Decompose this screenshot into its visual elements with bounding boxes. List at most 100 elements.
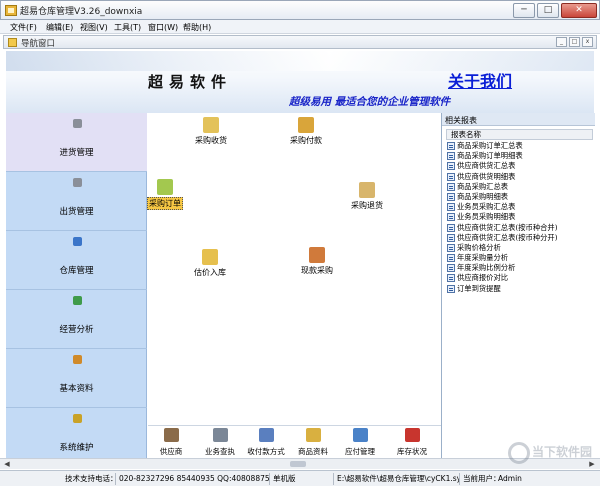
receive-goods-icon <box>203 117 219 133</box>
report-item[interactable]: 采购价格分析 <box>446 243 593 253</box>
sidebar-item-label: 出货管理 <box>59 207 94 217</box>
menu-file[interactable]: 文件(F) <box>10 22 37 33</box>
report-item[interactable]: 年度采购比例分析 <box>446 263 593 273</box>
report-item[interactable]: 商品采购订单明细表 <box>446 151 593 161</box>
sidebar-item-basic-data[interactable]: 基本资料 <box>6 349 147 408</box>
chart-icon <box>73 296 82 305</box>
report-item[interactable]: 商品采购明细表 <box>446 192 593 202</box>
sidebar-item-warehouse[interactable]: 仓库管理 <box>6 231 147 290</box>
supplier-icon <box>163 428 179 442</box>
report-icon <box>447 182 455 191</box>
estimate-stock-icon <box>202 249 218 265</box>
toolbar-label: 商品资料 <box>298 447 328 456</box>
close-button[interactable]: ✕ <box>561 3 597 18</box>
report-icon <box>447 254 455 263</box>
menu-help[interactable]: 帮助(H) <box>183 22 211 33</box>
minimize-button[interactable]: ─ <box>513 3 535 18</box>
sidebar-item-shipping[interactable]: 出货管理 <box>6 172 147 231</box>
watermark: 当下软件园 <box>508 440 592 468</box>
report-icon <box>447 223 455 232</box>
watermark-logo-icon <box>508 442 530 464</box>
toolbar-inventory[interactable]: 库存状况 <box>388 428 436 457</box>
report-icon <box>447 152 455 161</box>
workspace-item-label: 估价入库 <box>194 268 226 277</box>
sidebar-item-label: 经营分析 <box>59 325 94 335</box>
workspace-item-estimate[interactable]: 估价入库 <box>175 249 245 278</box>
report-item[interactable]: 供应商供货明细表 <box>446 172 593 182</box>
payment-method-icon <box>258 428 274 442</box>
about-us-link[interactable]: 关于我们 <box>448 68 512 92</box>
report-item[interactable]: 供应商供货汇总表(按币种合并) <box>446 223 593 233</box>
sidebar-item-label: 进货管理 <box>59 148 94 158</box>
reports-panel: 相关报表 报表名称 商品采购订单汇总表 商品采购订单明细表 供应商供货汇总表 供… <box>441 113 595 458</box>
report-icon <box>447 162 455 171</box>
window-doc-icon <box>8 38 17 47</box>
scroll-left-icon[interactable]: ◀ <box>2 460 12 469</box>
report-icon <box>447 203 455 212</box>
report-item[interactable]: 业务员采购汇总表 <box>446 202 593 212</box>
toolbar-business-query[interactable]: 业务查执 <box>196 428 244 457</box>
toolbar-label: 应付管理 <box>345 447 375 456</box>
report-item[interactable]: 订单到货提醒 <box>446 284 593 294</box>
report-icon <box>447 284 455 293</box>
toolbar-product-info[interactable]: 商品资料 <box>289 428 337 457</box>
cash-purchase-icon <box>309 247 325 263</box>
report-icon <box>447 274 455 283</box>
toolbar-label: 供应商 <box>159 447 183 456</box>
report-icon <box>447 243 455 252</box>
product-info-icon <box>305 428 321 442</box>
workspace-item-payment[interactable]: 采购付款 <box>271 117 341 146</box>
warehouse-icon <box>73 237 82 246</box>
toolbar-label: 库存状况 <box>397 447 427 456</box>
status-bar: 技术支持电话： 020-82327296 85440935 QQ:4080887… <box>0 470 600 486</box>
report-item[interactable]: 商品采购订单汇总表 <box>446 141 593 151</box>
sidebar-item-purchase[interactable]: 进货管理 <box>6 113 147 172</box>
workspace-item-label: 采购付款 <box>290 136 322 145</box>
scrollbar-thumb[interactable] <box>290 461 306 467</box>
brand-name: 超易软件 <box>148 73 233 91</box>
toolbar-label: 业务查执 <box>205 447 235 456</box>
payment-icon <box>298 117 314 133</box>
toolbar-supplier[interactable]: 供应商 <box>147 428 195 457</box>
reports-column-header[interactable]: 报表名称 <box>446 129 593 140</box>
menu-edit[interactable]: 编辑(E) <box>46 22 73 33</box>
report-icon <box>447 233 455 242</box>
report-icon <box>447 172 455 181</box>
window-controls: ─ □ ✕ <box>513 3 597 18</box>
sub-maximize-button[interactable]: □ <box>569 37 580 47</box>
menu-view[interactable]: 视图(V) <box>80 22 108 33</box>
business-query-icon <box>212 428 228 442</box>
payables-icon <box>352 428 368 442</box>
menu-window[interactable]: 窗口(W) <box>148 22 178 33</box>
workspace-item-return[interactable]: 采购退货 <box>332 182 402 211</box>
sidebar-item-label: 系统维护 <box>59 443 94 453</box>
banner: 超易软件 关于我们 超级易用 最适合您的企业管理软件 <box>6 51 594 113</box>
sidebar-item-analysis[interactable]: 经营分析 <box>6 290 147 349</box>
toolbar-payables[interactable]: 应付管理 <box>336 428 384 457</box>
reports-title: 相关报表 <box>442 113 595 126</box>
report-item[interactable]: 商品采购汇总表 <box>446 182 593 192</box>
window-title: 超易仓库管理V3.26_downxia <box>20 7 143 17</box>
sidebar: 进货管理 出货管理 仓库管理 经营分析 基本资料 系统维护 <box>6 113 147 458</box>
report-item[interactable]: 供应商供货汇总表(按币种分开) <box>446 233 593 243</box>
toolbar-payment-method[interactable]: 收付款方式 <box>242 428 290 457</box>
sub-minimize-button[interactable]: _ <box>556 37 567 47</box>
maximize-button[interactable]: □ <box>537 3 559 18</box>
support-label: 技术支持电话： <box>62 473 116 485</box>
quick-toolbar: 供应商 业务查执 收付款方式 商品资料 应付管理 库存状况 <box>148 425 441 458</box>
sub-close-button[interactable]: x <box>582 37 593 47</box>
book-icon <box>73 355 82 364</box>
title-bar: 超易仓库管理V3.26_downxia ─ □ ✕ <box>0 0 600 20</box>
report-item[interactable]: 业务员采购明细表 <box>446 212 593 222</box>
inventory-icon <box>404 428 420 442</box>
workspace-item-receive[interactable]: 采购收货 <box>176 117 246 146</box>
edition-mode: 单机版 <box>270 473 334 485</box>
menu-tools[interactable]: 工具(T) <box>114 22 141 33</box>
report-item[interactable]: 供应商供货汇总表 <box>446 161 593 171</box>
workspace-item-order[interactable]: 采购订单 <box>130 179 200 210</box>
sidebar-item-label: 基本资料 <box>59 384 94 394</box>
navigation-window-bar: 导航窗口 _ □ x <box>3 35 597 49</box>
workspace-item-cash-purchase[interactable]: 现款采购 <box>282 247 352 276</box>
report-item[interactable]: 供应商报价对比 <box>446 273 593 283</box>
report-item[interactable]: 年度采购量分析 <box>446 253 593 263</box>
